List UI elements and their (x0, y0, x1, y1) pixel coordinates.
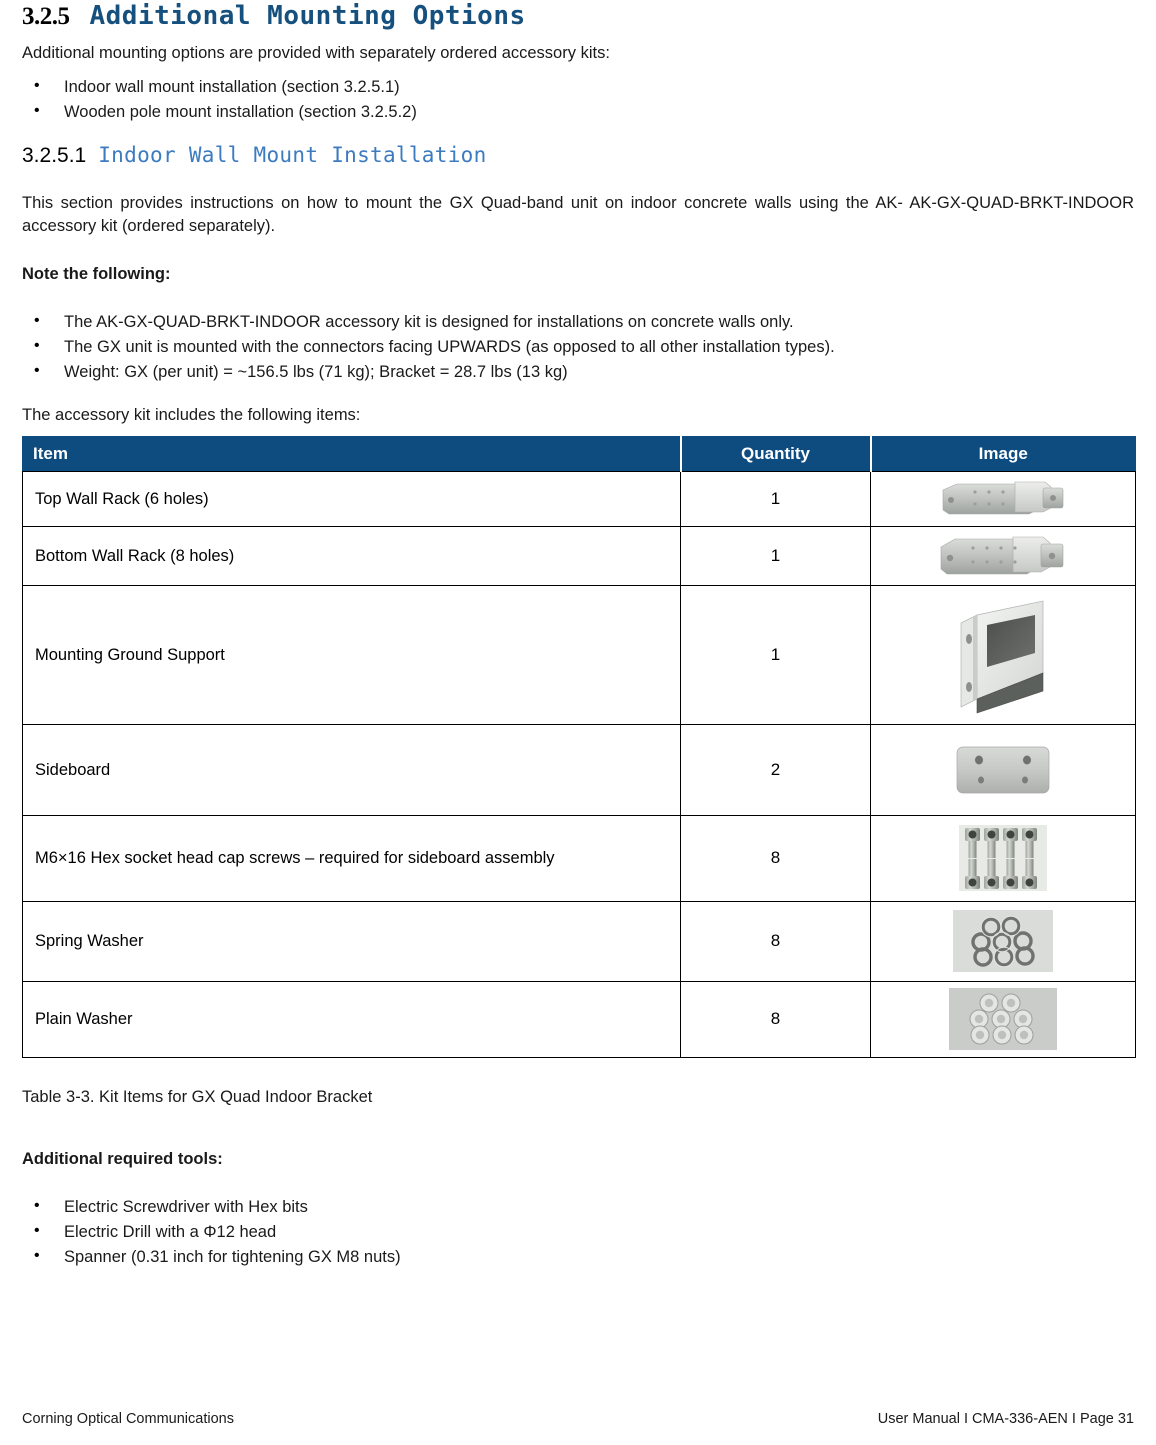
kit-items-table: Item Quantity Image Top Wall Rack (6 hol… (22, 435, 1136, 1058)
cell-quantity: 1 (680, 584, 871, 725)
table-row: M6×16 Hex socket head cap screws – requi… (22, 814, 1136, 902)
cell-quantity: 1 (680, 525, 871, 586)
table-row: Mounting Ground Support 1 (22, 584, 1136, 725)
cell-item: Mounting Ground Support (22, 584, 681, 725)
hex-cap-screws-photo (875, 823, 1131, 893)
spring-washer-photo (875, 910, 1131, 973)
list-item: Spanner (0.31 inch for tightening GX M8 … (22, 1244, 1134, 1270)
cell-item: Top Wall Rack (6 holes) (22, 470, 681, 527)
column-header-item: Item (22, 435, 681, 472)
list-item: Wooden pole mount installation (section … (22, 99, 1134, 125)
cell-image (870, 980, 1136, 1058)
cell-quantity: 8 (680, 900, 871, 982)
footer-right-text: User Manual I CMA-336-AEN I Page 31 (877, 1411, 1134, 1427)
column-header-quantity: Quantity (679, 435, 871, 472)
table-header-row: Item Quantity Image (22, 435, 1136, 472)
cell-quantity: 1 (680, 470, 871, 527)
cell-quantity: 8 (680, 814, 871, 902)
table-row: Plain Washer 8 (22, 980, 1136, 1058)
cell-image (870, 584, 1136, 725)
cell-item: Plain Washer (22, 980, 681, 1058)
cell-image (870, 470, 1136, 527)
intro-lead-paragraph: Additional mounting options are provided… (22, 43, 610, 62)
bottom-wall-rack-photo (875, 531, 1131, 581)
list-item: Electric Drill with a Φ12 head (22, 1219, 1134, 1245)
cell-image (870, 525, 1136, 586)
cell-image (870, 814, 1136, 902)
note-label: Note the following: (22, 264, 171, 283)
cell-item: Spring Washer (22, 900, 681, 982)
tools-label: Additional required tools: (22, 1149, 223, 1168)
cell-image (870, 723, 1136, 816)
list-item: The AK-GX-QUAD-BRKT-INDOOR accessory kit… (22, 309, 1134, 335)
subsection-heading: 3.2.5.1 Indoor Wall Mount Installation (22, 143, 1134, 168)
subsection-number: 3.2.5.1 (22, 143, 87, 167)
section-heading: 3.2.5 Additional Mounting Options (22, 0, 1134, 32)
subsection-title: Indoor Wall Mount Installation (98, 142, 487, 167)
section-title: Additional Mounting Options (89, 1, 526, 31)
cell-image (870, 900, 1136, 982)
mounting-ground-support-photo (875, 595, 1131, 715)
cell-item: Bottom Wall Rack (8 holes) (22, 525, 681, 586)
section-number: 3.2.5 (22, 3, 70, 30)
page-footer: Corning Optical Communications User Manu… (22, 1411, 1134, 1427)
document-page: 3.2.5 Additional Mounting Options Additi… (0, 0, 1156, 1445)
table-row: Sideboard 2 (22, 723, 1136, 816)
mounting-options-list: Indoor wall mount installation (section … (22, 74, 1134, 125)
footer-left-text: Corning Optical Communications (22, 1411, 234, 1427)
sideboard-photo (875, 735, 1131, 805)
cell-quantity: 8 (680, 980, 871, 1058)
table-row: Spring Washer 8 (22, 900, 1136, 982)
section-description-paragraph: This section provides instructions on ho… (22, 193, 1134, 236)
note-list: The AK-GX-QUAD-BRKT-INDOOR accessory kit… (22, 309, 1134, 385)
cell-item: M6×16 Hex socket head cap screws – requi… (22, 814, 681, 902)
table-row: Bottom Wall Rack (8 holes) 1 (22, 525, 1136, 586)
top-wall-rack-photo (875, 476, 1131, 522)
cell-item: Sideboard (22, 723, 681, 816)
kit-intro-paragraph: The accessory kit includes the following… (22, 406, 361, 425)
table-row: Top Wall Rack (6 holes) 1 (22, 470, 1136, 527)
required-tools-list: Electric Screwdriver with Hex bits Elect… (22, 1194, 1134, 1270)
list-item: The GX unit is mounted with the connecto… (22, 334, 1134, 360)
list-item: Weight: GX (per unit) = ~156.5 lbs (71 k… (22, 359, 1134, 385)
table-caption: Table 3-3. Kit Items for GX Quad Indoor … (22, 1088, 373, 1107)
list-item: Electric Screwdriver with Hex bits (22, 1194, 1134, 1220)
column-header-image: Image (869, 435, 1136, 472)
cell-quantity: 2 (680, 723, 871, 816)
plain-washer-photo (875, 988, 1131, 1051)
list-item: Indoor wall mount installation (section … (22, 74, 1134, 100)
